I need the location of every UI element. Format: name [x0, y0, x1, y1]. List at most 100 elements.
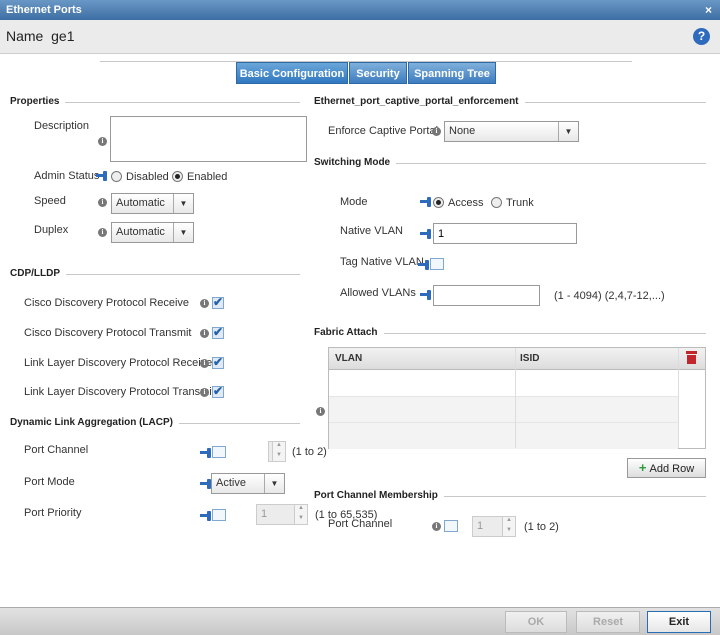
description-input[interactable] — [110, 116, 307, 162]
fabric-attach-heading: Fabric Attach — [314, 327, 384, 338]
spinner-arrows-icon[interactable] — [502, 517, 515, 536]
port-channel-range: (1 to 2) — [292, 446, 327, 458]
port-channel-membership-heading: Port Channel Membership — [314, 490, 444, 501]
access-label: Access — [448, 197, 484, 209]
close-icon[interactable]: × — [705, 3, 712, 17]
info-icon: i — [200, 359, 209, 368]
lacp-heading: Dynamic Link Aggregation (LACP) — [10, 417, 179, 428]
lldp-receive-checkbox[interactable] — [212, 355, 224, 369]
spinner-arrows-icon[interactable] — [294, 505, 307, 524]
column-header-vlan: VLAN — [335, 353, 363, 364]
trunk-label: Trunk — [506, 197, 534, 209]
help-icon[interactable]: ? — [693, 28, 710, 45]
admin-status-disabled-radio[interactable] — [111, 171, 122, 182]
pcm-port-channel-label: Port Channel — [328, 518, 393, 530]
admin-status-label: Admin Status — [34, 170, 100, 182]
admin-status-enabled-radio[interactable] — [172, 171, 183, 182]
allowed-vlans-label: Allowed VLANs — [340, 287, 416, 299]
chevron-down-icon: ▼ — [558, 122, 578, 141]
duplex-value: Automatic — [116, 226, 165, 238]
reset-button[interactable]: Reset — [576, 611, 640, 633]
add-row-label: Add Row — [649, 463, 695, 475]
info-icon: i — [200, 299, 209, 308]
spinner-arrows-icon[interactable] — [272, 442, 285, 461]
port-priority-toggle[interactable] — [212, 509, 226, 521]
speed-select[interactable]: Automatic ▼ — [111, 193, 194, 214]
speed-label: Speed — [34, 195, 66, 207]
description-label: Description — [34, 120, 90, 132]
duplex-label: Duplex — [34, 224, 69, 236]
name-bar: Name ge1 ? — [0, 20, 720, 54]
window-title-bar: Ethernet Ports × — [0, 0, 720, 20]
disabled-label: Disabled — [126, 171, 169, 183]
add-row-button[interactable]: + Add Row — [627, 458, 706, 478]
native-vlan-label: Native VLAN — [340, 225, 403, 237]
column-divider — [678, 348, 679, 448]
exit-button[interactable]: Exit — [647, 611, 711, 633]
allowed-vlans-input[interactable] — [433, 285, 540, 306]
tab-spanning-tree[interactable]: Spanning Tree — [408, 62, 496, 84]
captive-portal-heading: Ethernet_port_captive_portal_enforcement — [314, 96, 525, 107]
port-channel-spinner[interactable]: 1 — [268, 441, 286, 462]
info-icon: i — [432, 522, 441, 531]
table-row[interactable] — [329, 423, 678, 449]
pcm-port-channel-toggle[interactable] — [444, 520, 458, 532]
table-row[interactable] — [329, 397, 678, 423]
properties-heading: Properties — [10, 96, 66, 107]
column-divider — [515, 348, 516, 448]
tag-native-vlan-label: Tag Native VLAN — [340, 256, 424, 268]
info-icon: i — [432, 127, 441, 136]
allowed-vlans-hint: (1 - 4094) (2,4,7-12,...) — [554, 290, 665, 302]
port-mode-select[interactable]: Active ▼ — [211, 473, 285, 494]
pcm-port-channel-value: 1 — [477, 520, 484, 532]
info-icon: i — [98, 137, 107, 146]
info-icon: i — [98, 228, 107, 237]
port-priority-label: Port Priority — [24, 507, 82, 519]
ok-button[interactable]: OK — [505, 611, 567, 633]
tab-basic-configuration[interactable]: Basic Configuration — [236, 62, 348, 84]
port-priority-value: 1 — [261, 508, 268, 520]
pcm-port-channel-spinner[interactable]: 1 — [472, 516, 516, 537]
port-channel-label: Port Channel — [24, 444, 89, 456]
table-row[interactable] — [329, 371, 678, 397]
enforce-captive-portal-select[interactable]: None ▼ — [444, 121, 579, 142]
trash-icon[interactable] — [686, 351, 697, 364]
pin-icon — [420, 197, 434, 207]
speed-value: Automatic — [116, 197, 165, 209]
name-value: ge1 — [51, 28, 75, 44]
port-mode-value: Active — [216, 477, 246, 489]
native-vlan-input[interactable] — [433, 223, 577, 244]
duplex-select[interactable]: Automatic ▼ — [111, 222, 194, 243]
cdp-receive-checkbox[interactable] — [212, 295, 224, 309]
cdp-receive-label: Cisco Discovery Protocol Receive — [24, 297, 190, 309]
enforce-captive-portal-value: None — [449, 125, 476, 137]
cdp-lldp-heading: CDP/LLDP — [10, 268, 66, 279]
info-icon: i — [316, 407, 325, 416]
name-label: Name — [6, 28, 44, 44]
info-icon: i — [200, 388, 209, 397]
mode-trunk-radio[interactable] — [491, 197, 502, 208]
info-icon: i — [98, 198, 107, 207]
enabled-label: Enabled — [187, 171, 228, 183]
fabric-attach-table: VLAN ISID — [328, 347, 706, 449]
tab-security[interactable]: Security — [349, 62, 407, 84]
chevron-down-icon: ▼ — [264, 474, 284, 493]
tag-native-vlan-toggle[interactable] — [430, 258, 444, 270]
enforce-captive-portal-label: Enforce Captive Portal — [328, 125, 439, 137]
lldp-transmit-checkbox[interactable] — [212, 384, 224, 398]
chevron-down-icon: ▼ — [173, 223, 193, 242]
port-channel-toggle[interactable] — [212, 446, 226, 458]
pin-icon — [420, 229, 434, 239]
lldp-transmit-label: Link Layer Discovery Protocol Transmit — [24, 386, 215, 398]
window-title: Ethernet Ports — [6, 4, 82, 16]
plus-icon: + — [638, 460, 647, 475]
port-priority-spinner[interactable]: 1 — [256, 504, 308, 525]
mode-label: Mode — [340, 196, 368, 208]
pin-icon — [420, 290, 434, 300]
mode-access-radio[interactable] — [433, 197, 444, 208]
column-header-isid: ISID — [520, 353, 540, 364]
cdp-transmit-checkbox[interactable] — [212, 325, 224, 339]
info-icon: i — [200, 329, 209, 338]
chevron-down-icon: ▼ — [173, 194, 193, 213]
lldp-receive-label: Link Layer Discovery Protocol Receive — [24, 357, 213, 369]
